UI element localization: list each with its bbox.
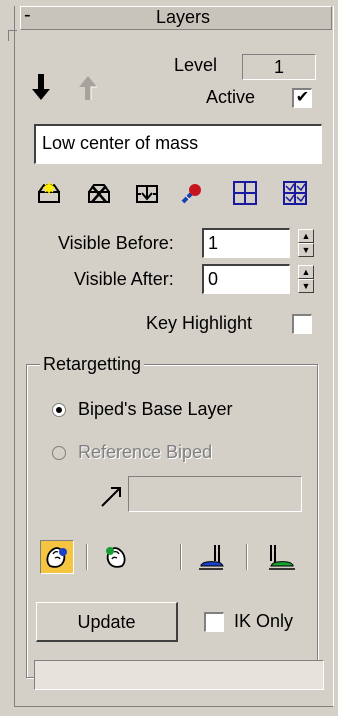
rollout-corner (8, 30, 17, 41)
pick-object-icon (100, 484, 124, 513)
visible-before-input[interactable]: 1 (202, 228, 290, 258)
layer-name-text: Low center of mass (42, 133, 199, 153)
reference-biped-radio (52, 446, 66, 460)
update-button-label: Update (77, 612, 136, 632)
spinner-up-icon[interactable]: ▲ (298, 229, 314, 243)
ik-only-checkbox[interactable] (204, 612, 224, 632)
separator (246, 544, 248, 570)
visible-after-value: 0 (208, 269, 219, 289)
visible-after-label: Visible After: (74, 269, 174, 289)
level-up-icon (78, 76, 98, 105)
level-down-icon[interactable] (30, 74, 52, 105)
key-highlight-checkbox[interactable] (292, 314, 312, 334)
update-button[interactable]: Update (36, 602, 178, 642)
separator (86, 544, 88, 570)
layer-name-input[interactable]: Low center of mass (34, 124, 322, 164)
visible-before-label: Visible Before: (58, 233, 174, 253)
level-label: Level (174, 55, 218, 75)
visible-after-input[interactable]: 0 (202, 264, 290, 294)
level-value: 1 (273, 57, 284, 77)
status-bar (34, 660, 324, 690)
create-layer-icon[interactable] (36, 182, 64, 211)
retargetting-title: Retargetting (40, 353, 145, 375)
key-highlight-label: Key Highlight (146, 313, 253, 333)
right-hand-icon[interactable] (98, 540, 132, 574)
right-foot-icon[interactable] (262, 540, 300, 574)
select-biped-icon[interactable] (180, 182, 208, 211)
base-layer-radio[interactable] (52, 403, 66, 417)
collapse-layer-icon[interactable] (134, 182, 162, 211)
visible-after-icon[interactable] (282, 180, 308, 211)
base-layer-label: Biped's Base Layer (78, 399, 233, 419)
visible-before-spinner[interactable]: ▲ ▼ (298, 229, 314, 257)
visible-before-value: 1 (208, 233, 219, 253)
separator (180, 544, 182, 570)
visible-after-spinner[interactable]: ▲ ▼ (298, 265, 314, 293)
left-hand-icon[interactable] (40, 540, 74, 574)
visible-before-icon[interactable] (232, 180, 258, 211)
reference-biped-field (128, 476, 302, 512)
level-field: 1 (242, 54, 316, 80)
left-foot-icon[interactable] (194, 540, 228, 574)
active-checkbox[interactable]: ✔ (292, 88, 312, 108)
reference-biped-label: Reference Biped (78, 442, 213, 462)
active-label: Active (206, 87, 256, 107)
spinner-down-icon[interactable]: ▼ (298, 243, 314, 257)
ik-only-label: IK Only (234, 611, 294, 631)
rollout-title: Layers (155, 7, 211, 27)
spinner-down-icon[interactable]: ▼ (298, 279, 314, 293)
delete-layer-icon[interactable] (86, 182, 114, 211)
spinner-up-icon[interactable]: ▲ (298, 265, 314, 279)
